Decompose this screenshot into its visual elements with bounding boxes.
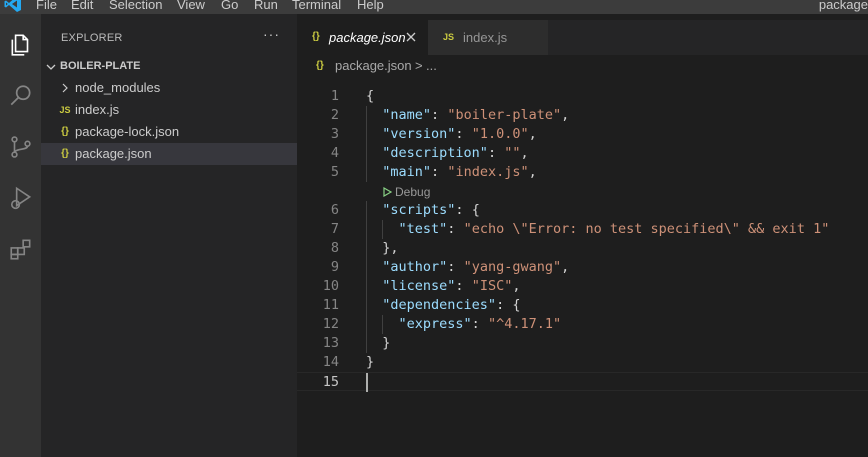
explorer-title: EXPLORER [61, 32, 123, 44]
title-bar: File Edit Selection View Go Run Terminal… [0, 0, 868, 14]
js-file-icon: JS [443, 32, 455, 42]
vscode-logo-icon [4, 0, 21, 12]
line-number: 3 [330, 126, 339, 142]
line-number: 8 [330, 240, 339, 256]
menu-file[interactable]: File [36, 0, 57, 13]
code-text: "name": "boiler-plate", [382, 107, 570, 123]
code-line[interactable]: 12 "express": "^4.17.1" [297, 315, 868, 334]
close-icon[interactable] [405, 31, 417, 43]
line-number: 13 [322, 335, 339, 351]
json-file-icon: {} [61, 148, 69, 159]
json-file-icon: {} [312, 31, 320, 42]
code-line[interactable]: 11 "dependencies": { [297, 296, 868, 315]
code-text: } [366, 335, 391, 351]
js-file-icon: JS [59, 105, 71, 115]
folder-header[interactable]: BOILER-PLATE [41, 56, 297, 78]
tree-item-node-modules[interactable]: node_modules [41, 77, 297, 99]
tree-item-label: package.json [75, 146, 152, 161]
code-line[interactable]: 3 "version": "1.0.0", [297, 125, 868, 144]
menu-selection[interactable]: Selection [109, 0, 162, 13]
code-line[interactable]: 15 [297, 372, 868, 392]
code-line[interactable]: 13 } [297, 334, 868, 353]
code-line[interactable]: 8 }, [297, 239, 868, 258]
chevron-down-icon [46, 64, 56, 70]
folder-name: BOILER-PLATE [60, 60, 141, 72]
code-line[interactable]: 10 "license": "ISC", [297, 277, 868, 296]
menu-edit[interactable]: Edit [71, 0, 93, 13]
line-number: 5 [330, 164, 339, 180]
run-debug-icon[interactable] [0, 178, 41, 218]
line-number: 15 [322, 374, 339, 390]
code-text: "license": "ISC", [382, 278, 521, 294]
tab-bar: {} package.json JS index.js [297, 20, 868, 55]
play-icon [383, 186, 393, 198]
line-number: 11 [322, 297, 339, 313]
line-number: 6 [330, 202, 339, 218]
code-line[interactable]: 2 "name": "boiler-plate", [297, 106, 868, 125]
extensions-icon[interactable] [0, 229, 41, 269]
chevron-right-icon: > [415, 58, 423, 73]
code-text: }, [366, 240, 399, 256]
code-line[interactable]: 14} [297, 353, 868, 372]
window-title: package [818, 0, 868, 12]
codelens-label: Debug [395, 185, 431, 199]
menu-view[interactable]: View [177, 0, 205, 13]
files-icon[interactable] [0, 25, 41, 65]
code-line[interactable]: 9 "author": "yang-gwang", [297, 258, 868, 277]
codelens-debug[interactable]: Debug [383, 185, 430, 199]
tree-item-package-lock-json[interactable]: {} package-lock.json [41, 121, 297, 143]
activity-bar [0, 14, 41, 457]
json-file-icon: {} [316, 60, 324, 71]
code-text: "version": "1.0.0", [382, 126, 537, 142]
text-cursor [366, 373, 368, 392]
tree-item-label: package-lock.json [75, 124, 180, 139]
line-number: 4 [330, 145, 339, 161]
menu-help[interactable]: Help [357, 0, 384, 13]
tab-label: package.json [329, 30, 406, 45]
explorer-sidebar: EXPLORER ··· BOILER-PLATE node_modules J… [41, 14, 297, 457]
tab-index-js[interactable]: JS index.js [428, 20, 548, 55]
tree-item-index-js[interactable]: JS index.js [41, 99, 297, 121]
line-number: 2 [330, 107, 339, 123]
breadcrumb-file[interactable]: package.json [335, 58, 412, 74]
tree-item-label: node_modules [75, 80, 161, 95]
tree-item-package-json[interactable]: {} package.json [41, 143, 297, 165]
breadcrumb: {} package.json > ... [297, 55, 868, 77]
code-text: } [366, 354, 375, 370]
chevron-right-icon [62, 83, 68, 93]
line-number: 10 [322, 278, 339, 294]
editor-area: {} package.json JS index.js {} package.j… [297, 14, 868, 457]
code-line[interactable]: 4 "description": "", [297, 144, 868, 163]
code-text: "main": "index.js", [382, 164, 537, 180]
menu-terminal[interactable]: Terminal [292, 0, 341, 13]
menu-go[interactable]: Go [221, 0, 238, 13]
code-text: "express": "^4.17.1" [398, 316, 562, 332]
code-text: "test": "echo \"Error: no test specified… [398, 221, 830, 237]
tab-package-json[interactable]: {} package.json [297, 20, 428, 55]
menu-run[interactable]: Run [254, 0, 278, 13]
code-text: "description": "", [382, 145, 529, 161]
breadcrumb-more[interactable]: ... [426, 58, 437, 74]
more-actions-icon[interactable]: ··· [263, 26, 280, 42]
code-line[interactable]: 7 "test": "echo \"Error: no test specifi… [297, 220, 868, 239]
search-icon[interactable] [0, 76, 41, 116]
line-number: 7 [330, 221, 339, 237]
code-text: { [366, 88, 375, 104]
code-editor[interactable]: 1{2 "name": "boiler-plate", 3 "version": … [297, 77, 868, 457]
code-line[interactable]: 6 "scripts": { [297, 201, 868, 220]
code-line[interactable]: 5 "main": "index.js", [297, 163, 868, 182]
line-number: 9 [330, 259, 339, 275]
line-number: 12 [322, 316, 339, 332]
code-line[interactable]: 1{ [297, 87, 868, 106]
line-number: 1 [330, 88, 339, 104]
code-text: "dependencies": { [382, 297, 521, 313]
tree-item-label: index.js [75, 102, 120, 117]
code-text: "scripts": { [382, 202, 480, 218]
line-number: 14 [322, 354, 339, 370]
tab-label: index.js [463, 30, 508, 45]
source-control-icon[interactable] [0, 127, 41, 167]
code-text: "author": "yang-gwang", [382, 259, 570, 275]
json-file-icon: {} [61, 126, 69, 137]
